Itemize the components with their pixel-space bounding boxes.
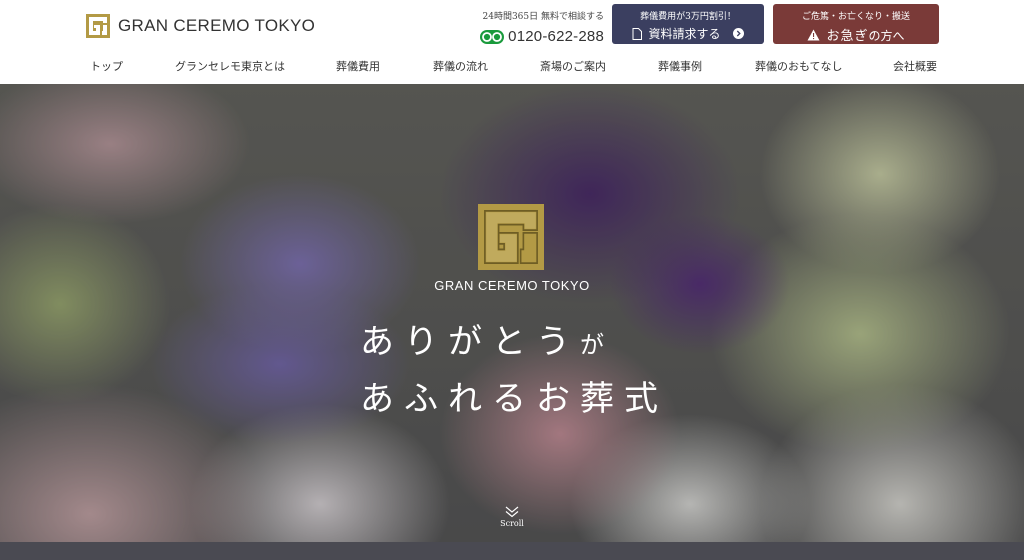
phone-link[interactable]: 0120-622-288: [480, 28, 604, 45]
document-icon: [632, 27, 643, 40]
arrow-circle-icon: [732, 28, 744, 39]
scroll-indicator[interactable]: Scroll: [0, 506, 1024, 528]
freedial-icon: [480, 29, 505, 44]
cta-docs-subtext: 葬儀費用が3万円割引！: [640, 12, 736, 22]
request-documents-button[interactable]: 葬儀費用が3万円割引！ 資料請求する: [612, 4, 764, 44]
hero-headline-line2: あふれるお葬式: [360, 379, 668, 419]
nav-item-top[interactable]: トップ: [90, 58, 123, 74]
nav-item-flow[interactable]: 葬儀の流れ: [433, 58, 488, 74]
site-logo[interactable]: GRAN CEREMO TOKYO: [86, 14, 315, 38]
scroll-label: Scroll: [500, 519, 524, 528]
nav-item-company[interactable]: 会社概要: [893, 58, 937, 74]
hero-line1-small: が: [580, 331, 604, 359]
phone-number: 0120-622-288: [508, 28, 604, 45]
hero-headline-line1: ありがとうが: [360, 314, 604, 363]
nav-item-cost[interactable]: 葬儀費用: [336, 58, 380, 74]
cta-docs-label: 資料請求する: [648, 27, 721, 41]
cta-urgent-subtext: ご危篤・お亡くなり・搬送: [801, 12, 910, 22]
hero-logo-icon: [478, 204, 544, 270]
nav-item-about[interactable]: グランセレモ東京とは: [175, 58, 285, 74]
warning-icon: [807, 29, 820, 40]
hero-brand-name: GRAN CEREMO TOKYO: [434, 278, 590, 293]
chevron-down-icon: [505, 506, 519, 518]
contact-block: 24時間365日 無料で相談する 0120-622-288: [480, 9, 604, 45]
urgent-contact-button[interactable]: ご危篤・お亡くなり・搬送 お急ぎの方へ: [773, 4, 939, 44]
nav-item-venues[interactable]: 斎場のご案内: [540, 58, 606, 74]
cta-urgent-label-rest: の方へ: [868, 29, 905, 43]
logo-mark-icon: [86, 14, 110, 38]
nav-item-cases[interactable]: 葬儀事例: [658, 58, 702, 74]
hero-section: GRAN CEREMO TOKYO ありがとうが あふれるお葬式 Scroll: [0, 84, 1024, 542]
hero-line1-main: ありがとう: [360, 322, 580, 362]
main-nav: トップ グランセレモ東京とは 葬儀費用 葬儀の流れ 斎場のご案内 葬儀事例 葬儀…: [0, 58, 1024, 76]
contact-note: 24時間365日 無料で相談する: [482, 12, 605, 22]
nav-item-hospitality[interactable]: 葬儀のおもてなし: [755, 58, 843, 74]
cta-urgent-label-big: お急ぎ: [826, 29, 869, 44]
logo-text: GRAN CEREMO TOKYO: [118, 16, 316, 35]
bottom-band: [0, 542, 1024, 560]
site-header: GRAN CEREMO TOKYO 24時間365日 無料で相談する 0120-…: [0, 0, 1024, 84]
